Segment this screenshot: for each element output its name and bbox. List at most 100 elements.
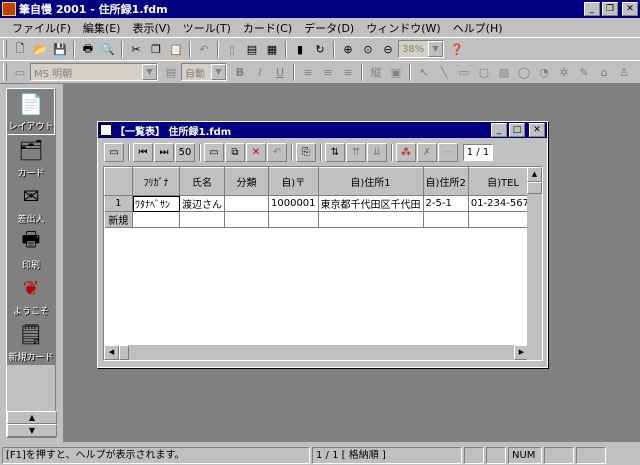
cell-name[interactable]: 渡辺さん [179, 195, 225, 212]
chevron-down-icon[interactable]: ▼ [428, 41, 443, 57]
nav-welcome[interactable]: ❦ ようこそ [7, 273, 55, 319]
cell-address2[interactable]: 2-5-1 [423, 195, 469, 212]
print-icon[interactable]: 🖶 [78, 40, 98, 59]
app-icon[interactable] [2, 2, 16, 16]
line-icon[interactable]: ╲ [434, 63, 454, 82]
rounded-rectangle-icon[interactable]: ▢ [474, 63, 494, 82]
align-center-icon[interactable]: ≡ [318, 63, 338, 82]
card-view-icon[interactable]: ▭ [104, 143, 124, 162]
chevron-down-icon[interactable]: ▼ [142, 64, 157, 80]
delete-record-icon[interactable]: ✕ [246, 143, 266, 162]
horizontal-scroll-thumb[interactable] [119, 345, 129, 360]
child-maximize-button[interactable]: □ [509, 123, 525, 137]
menu-file[interactable]: ファイル(F) [6, 20, 77, 36]
toolbar-grip[interactable] [3, 40, 7, 58]
frame-icon[interactable]: ▣ [386, 63, 406, 82]
chevron-down-icon[interactable]: ▼ [211, 64, 226, 80]
font-size-icon[interactable]: ▤ [161, 63, 181, 82]
filter-icon[interactable]: ⁂ [396, 143, 416, 162]
undo-record-icon[interactable]: ↶ [267, 143, 287, 162]
bold-icon[interactable]: B [230, 63, 250, 82]
menu-data[interactable]: データ(D) [298, 20, 360, 36]
jump-count-button[interactable]: 50 [175, 143, 195, 162]
last-record-icon[interactable]: ⏭ [154, 143, 174, 162]
cell-category[interactable] [224, 211, 269, 228]
restore-button[interactable]: ❐ [602, 2, 618, 16]
cut-icon[interactable]: ✂ [126, 40, 146, 59]
cell-furigana[interactable]: ﾜﾀﾅﾍﾞｻﾝ [132, 195, 180, 212]
column-header-name[interactable]: 氏名 [179, 167, 225, 196]
column-header-category[interactable]: 分類 [224, 167, 269, 196]
new-row-header[interactable]: 新規 [104, 211, 133, 228]
toolbar-grip[interactable] [3, 63, 7, 81]
minimize-button[interactable]: _ [584, 2, 600, 16]
scroll-left-button[interactable]: ◀ [104, 345, 119, 360]
sort-icon[interactable]: ⇅ [325, 143, 345, 162]
copy-icon[interactable]: ❐ [146, 40, 166, 59]
cell-zip[interactable] [268, 211, 319, 228]
child-minimize-button[interactable]: _ [491, 123, 507, 137]
underline-icon[interactable]: U [270, 63, 290, 82]
rectangle-icon[interactable]: ▭ [454, 63, 474, 82]
align-left-icon[interactable]: ≡ [298, 63, 318, 82]
menu-view[interactable]: 表示(V) [126, 20, 176, 36]
stamp-icon[interactable]: ◔ [534, 63, 554, 82]
column-header-address1[interactable]: 自)住所1 [317, 167, 424, 196]
child-close-button[interactable]: ✕ [529, 123, 545, 137]
cell-furigana[interactable] [132, 211, 180, 228]
image-icon[interactable]: ▨ [494, 63, 514, 82]
brush-icon[interactable]: ✎ [574, 63, 594, 82]
star-icon[interactable]: ✲ [554, 63, 574, 82]
open-folder-icon[interactable]: 📂 [30, 40, 50, 59]
nav-print[interactable]: 🖶 印刷 [7, 227, 55, 273]
new-record-icon[interactable]: ▭ [204, 143, 224, 162]
menu-window[interactable]: ウィンドウ(W) [360, 20, 446, 36]
paste-icon[interactable]: 📋 [166, 40, 186, 59]
nav-scroll-down-button[interactable]: ▼ [7, 424, 57, 437]
zoom-out-icon[interactable]: ⊖ [378, 40, 398, 59]
column-header-address2[interactable]: 自)住所2 [422, 167, 469, 196]
cell-category[interactable] [224, 195, 269, 212]
row-number[interactable]: 1 [104, 195, 133, 212]
zoom-select[interactable]: 38% ▼ [398, 40, 444, 58]
cell-name[interactable] [179, 211, 225, 228]
vertical-text-icon[interactable]: 縦 [366, 63, 386, 82]
context-help-icon[interactable]: ❓ [447, 40, 467, 59]
nav-scroll-up-button[interactable]: ▲ [7, 411, 57, 424]
sort-descending-icon[interactable]: ⇊ [367, 143, 387, 162]
zoom-in-icon[interactable]: ⊕ [338, 40, 358, 59]
cell-address1[interactable]: 東京都千代田区千代田 [318, 195, 424, 212]
cell-address2[interactable] [423, 211, 469, 228]
table-view-icon[interactable]: ▦ [262, 40, 282, 59]
nav-sender[interactable]: ✉ 差出人 [7, 181, 55, 227]
font-name-select[interactable]: MS 明朝 ▼ [30, 63, 158, 81]
menu-card[interactable]: カード(C) [237, 20, 298, 36]
column-header-zip[interactable]: 自)〒 [268, 167, 319, 196]
column-header-furigana[interactable]: ﾌﾘｶﾞﾅ [132, 167, 180, 196]
print-preview-icon[interactable]: 🔍 [98, 40, 118, 59]
seal-icon[interactable]: ♙ [614, 63, 634, 82]
list-view-icon[interactable]: ▤ [242, 40, 262, 59]
nav-card[interactable]: 🗂 カード [7, 135, 55, 181]
scroll-up-button[interactable]: ▲ [527, 167, 542, 182]
cell-address1[interactable] [318, 211, 424, 228]
pointer-icon[interactable]: ↖ [414, 63, 434, 82]
undo-icon[interactable]: ↶ [194, 40, 214, 59]
rotate-icon[interactable]: ↻ [310, 40, 330, 59]
first-record-icon[interactable]: ⏮ [133, 143, 153, 162]
vertical-scroll-thumb[interactable] [527, 182, 542, 194]
menu-edit[interactable]: 編集(E) [77, 20, 127, 36]
list-window-icon[interactable] [100, 124, 112, 136]
ellipse-icon[interactable]: ◯ [514, 63, 534, 82]
menu-tools[interactable]: ツール(T) [177, 20, 237, 36]
text-frame-icon[interactable]: ▭ [10, 63, 30, 82]
new-file-icon[interactable]: 🗋 [10, 40, 30, 59]
menu-help[interactable]: ヘルプ(H) [447, 20, 509, 36]
copy-record-icon[interactable]: ⧉ [225, 143, 245, 162]
align-right-icon[interactable]: ≡ [338, 63, 358, 82]
horizontal-scrollbar[interactable]: ◀ ▶ [104, 345, 529, 360]
nav-new-card[interactable]: 🗒 新規カード [7, 319, 55, 365]
zoom-fit-icon[interactable]: ⊙ [358, 40, 378, 59]
vertical-scrollbar[interactable]: ▲ [527, 167, 542, 347]
sort-ascending-icon[interactable]: ⇈ [346, 143, 366, 162]
